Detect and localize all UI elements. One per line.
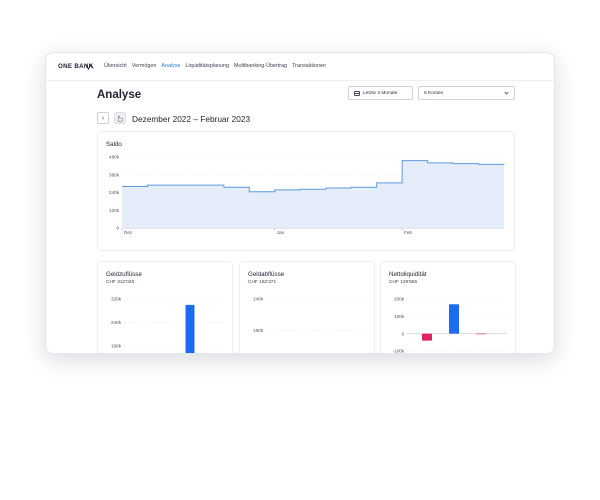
nav-item-assets[interactable]: Vermögen <box>132 63 157 69</box>
nav-links: Übersicht Vermögen Analyse Liquiditätspl… <box>104 63 326 69</box>
previous-period-button[interactable]: ‹ <box>97 112 109 124</box>
app-window: ONE BANK Übersicht Vermögen Analyse Liqu… <box>45 52 555 354</box>
next-period-button[interactable] <box>114 112 126 124</box>
calendar-icon <box>354 90 360 96</box>
net-bar <box>422 333 432 341</box>
saldo-y-tick-label: 0 <box>116 226 119 231</box>
top-navigation: ONE BANK Übersicht Vermögen Analyse Liqu… <box>46 53 554 81</box>
period-select-value: Letzte 3 Monate <box>363 90 398 96</box>
nav-item-overview[interactable]: Übersicht <box>104 63 127 69</box>
outflows-card: Geldabflüsse CHF 182'371 240k 160k 80k <box>239 261 375 353</box>
nav-item-liquidity-planning[interactable]: Liquiditätsplanung <box>186 63 229 69</box>
saldo-x-tick-label: Dez <box>124 230 133 235</box>
outflows-y-tick-label: 240k <box>253 297 264 302</box>
inflows-bar <box>185 304 195 353</box>
accounts-select-value: 5 Konten <box>424 90 444 96</box>
brand-mark-icon <box>86 63 94 70</box>
saldo-y-tick-label: 480k <box>109 155 120 160</box>
net-y-tick-label: -100k <box>393 349 405 354</box>
nav-item-transactions[interactable]: Transaktionen <box>292 63 326 69</box>
net-bar <box>476 333 486 335</box>
page-title: Analyse <box>97 89 142 101</box>
outflows-chart: 240k160k80k <box>253 297 366 333</box>
saldo-chart: 480k 360k 240k 120k 0 Dez Jan Feb <box>109 155 505 235</box>
inflows-y-tick-label: 320k <box>111 297 122 302</box>
pointer-cursor-icon <box>118 115 123 122</box>
chevron-left-icon: ‹ <box>101 114 105 122</box>
chevron-down-icon <box>504 90 509 95</box>
accounts-select[interactable]: 5 Konten <box>418 86 515 100</box>
period-select[interactable]: Letzte 3 Monate <box>348 86 413 100</box>
saldo-y-tick-label: 240k <box>109 190 120 195</box>
saldo-card: Saldo 480k 360k 240k 120k 0 Dez Jan Feb <box>97 131 515 251</box>
saldo-x-tick-label: Feb <box>404 230 412 235</box>
net-y-tick-label: 200k <box>394 297 405 302</box>
saldo-y-tick-label: 360k <box>109 172 120 177</box>
nav-item-analysis[interactable]: Analyse <box>161 63 180 69</box>
saldo-x-tick-label: Jan <box>277 230 285 235</box>
inflows-y-tick-label: 160k <box>111 344 122 349</box>
saldo-area <box>122 160 504 228</box>
date-range-label: Dezember 2022 – Februar 2023 <box>132 114 251 124</box>
net-bar <box>449 304 459 334</box>
inflows-y-tick-label: 240k <box>111 320 122 325</box>
net-y-tick-label: 100k <box>394 314 405 319</box>
inflows-chart: 320k240k160k80k <box>111 297 224 353</box>
net-liquidity-chart: 200k 100k 0 -100k <box>393 297 507 354</box>
net-liquidity-card: Nettoliquidität CHF 129'655 200k 100k 0 -10… <box>380 261 516 354</box>
net-y-tick-label: 0 <box>401 331 404 336</box>
nav-item-multibanking-transfer[interactable]: Multibanking-Übertrag <box>234 63 287 69</box>
saldo-y-tick-label: 120k <box>109 208 120 213</box>
outflows-y-tick-label: 160k <box>253 328 264 333</box>
inflows-card: Geldzuflüsse CHF 312'026 320k240k160k80k <box>97 261 233 353</box>
